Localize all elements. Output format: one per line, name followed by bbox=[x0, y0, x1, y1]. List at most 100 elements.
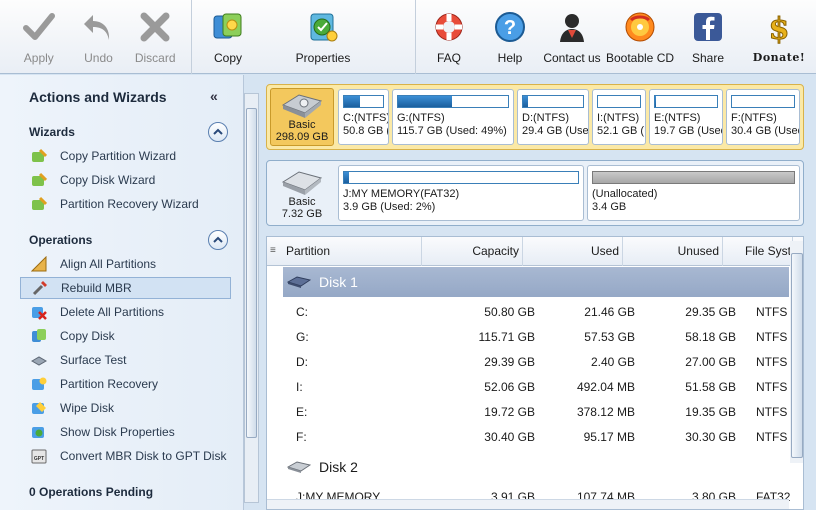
operation-item-align-all-partitions[interactable]: Align All Partitions bbox=[20, 253, 231, 275]
disk-1-group-row[interactable]: Disk 1 bbox=[283, 267, 789, 297]
partition-block-j[interactable]: J:MY MEMORY(FAT32) 3.9 GB (Used: 2%) bbox=[338, 165, 584, 221]
table-row[interactable]: E: 19.72 GB 378.12 MB 19.35 GB NTFS bbox=[283, 400, 789, 425]
dollar-icon: $ bbox=[761, 9, 797, 45]
collapse-panel-button[interactable]: « bbox=[210, 88, 218, 104]
help-question-icon: ? bbox=[492, 9, 528, 45]
partition-detail: 115.7 GB (Used: 49%) bbox=[397, 125, 507, 137]
operation-item-delete-all-partitions[interactable]: Delete All Partitions bbox=[20, 301, 231, 323]
donate-button[interactable]: $ Donate! bbox=[742, 0, 816, 74]
disk-2-group-row[interactable]: Disk 2 bbox=[283, 452, 789, 482]
cell-capacity: 29.39 GB bbox=[484, 355, 535, 369]
operation-item-copy-disk[interactable]: Copy Disk bbox=[20, 325, 231, 347]
hard-disk-icon bbox=[281, 171, 323, 195]
column-header-used[interactable]: Used bbox=[523, 237, 623, 266]
partition-block-unallocated[interactable]: (Unallocated) 3.4 GB bbox=[587, 165, 800, 221]
operation-item-label: Align All Partitions bbox=[60, 257, 157, 271]
column-header-partition[interactable]: Partition bbox=[283, 237, 422, 266]
table-vertical-scrollbar[interactable] bbox=[790, 241, 803, 463]
usage-bar bbox=[597, 95, 641, 108]
cell-unused: 51.58 GB bbox=[685, 380, 736, 394]
rebuild-tool-icon bbox=[31, 279, 49, 297]
column-header-capacity[interactable]: Capacity bbox=[422, 237, 523, 266]
partition-block-e[interactable]: E:(NTFS) 19.7 GB (Used: 2%) bbox=[649, 89, 723, 145]
unallocated-bar bbox=[592, 171, 795, 184]
table-row[interactable]: D: 29.39 GB 2.40 GB 27.00 GB NTFS bbox=[283, 350, 789, 375]
operation-item-partition-recovery[interactable]: Partition Recovery bbox=[20, 373, 231, 395]
discard-button[interactable]: Discard bbox=[119, 0, 191, 74]
lifebuoy-icon bbox=[431, 9, 467, 45]
column-header-unused[interactable]: Unused bbox=[623, 237, 723, 266]
wizard-item-partition-recovery[interactable]: Partition Recovery Wizard bbox=[20, 193, 231, 215]
partition-block-d[interactable]: D:(NTFS) 29.4 GB (Used: 8%) bbox=[517, 89, 589, 145]
edit-group: Apply Undo Discard bbox=[0, 0, 192, 74]
operation-item-convert-mbr-to-gpt[interactable]: GPT Convert MBR Disk to GPT Disk bbox=[20, 445, 231, 467]
copy-button[interactable]: Copy bbox=[192, 0, 264, 74]
operation-item-show-disk-properties[interactable]: Show Disk Properties bbox=[20, 421, 231, 443]
disk-2-summary[interactable]: Basic 7.32 GB bbox=[270, 164, 334, 222]
undo-button[interactable]: Undo bbox=[78, 0, 120, 74]
scrollbar-thumb[interactable] bbox=[791, 253, 803, 458]
hard-disk-icon bbox=[281, 94, 323, 118]
share-button[interactable]: Share bbox=[674, 0, 742, 74]
operation-item-label: Rebuild MBR bbox=[61, 281, 132, 295]
usage-bar bbox=[522, 95, 584, 108]
column-header-file-system[interactable]: File Syste bbox=[723, 237, 793, 266]
disk-map-disk-1[interactable]: Basic 298.09 GB C:(NTFS) 50.8 GB (Used: … bbox=[266, 84, 804, 150]
usage-fill bbox=[523, 96, 528, 107]
contact-button[interactable]: Contact us bbox=[538, 0, 606, 74]
help-button[interactable]: ? Help bbox=[482, 0, 538, 74]
actions-panel-scrollbar[interactable] bbox=[244, 93, 259, 503]
wizard-item-copy-partition[interactable]: Copy Partition Wizard bbox=[20, 145, 231, 167]
disk-2-label: Disk 2 bbox=[319, 459, 358, 475]
wizard-item-copy-disk[interactable]: Copy Disk Wizard bbox=[20, 169, 231, 191]
partition-detail: 29.4 GB (Used: 8%) bbox=[522, 125, 589, 137]
partition-detail: 3.9 GB (Used: 2%) bbox=[343, 201, 436, 213]
table-row[interactable]: C: 50.80 GB 21.46 GB 29.35 GB NTFS bbox=[283, 300, 789, 325]
apply-button[interactable]: Apply bbox=[0, 0, 78, 74]
usage-fill bbox=[398, 96, 452, 107]
operations-collapse-toggle[interactable] bbox=[208, 230, 228, 250]
surface-test-icon bbox=[30, 351, 48, 369]
usage-fill bbox=[655, 96, 657, 107]
partition-block-g[interactable]: G:(NTFS) 115.7 GB (Used: 49%) bbox=[392, 89, 514, 145]
table-row[interactable]: I: 52.06 GB 492.04 MB 51.58 GB NTFS bbox=[283, 375, 789, 400]
partition-block-c[interactable]: C:(NTFS) 50.8 GB (Used: 42%) bbox=[338, 89, 389, 145]
contact-label: Contact us bbox=[543, 51, 601, 65]
partition-label: I:(NTFS) bbox=[597, 112, 640, 124]
partition-table: ≡ Partition Capacity Used Unused File Sy… bbox=[266, 236, 804, 510]
table-row[interactable]: F: 30.40 GB 95.17 MB 30.30 GB NTFS bbox=[283, 425, 789, 450]
donate-label: Donate! bbox=[752, 51, 806, 64]
operation-item-wipe-disk[interactable]: Wipe Disk bbox=[20, 397, 231, 419]
align-ruler-icon bbox=[30, 255, 48, 273]
disk-map-disk-2[interactable]: Basic 7.32 GB J:MY MEMORY(FAT32) 3.9 GB … bbox=[266, 160, 804, 226]
wipe-disk-icon bbox=[30, 399, 48, 417]
table-row[interactable]: G: 115.71 GB 57.53 GB 58.18 GB NTFS bbox=[283, 325, 789, 350]
partition-recovery-icon bbox=[30, 375, 48, 393]
operation-item-surface-test[interactable]: Surface Test bbox=[20, 349, 231, 371]
partition-block-i[interactable]: I:(NTFS) 52.1 GB (Used: 1%) bbox=[592, 89, 646, 145]
partition-detail: 3.4 GB bbox=[592, 201, 627, 213]
undo-label: Undo bbox=[84, 51, 113, 65]
bootable-cd-button[interactable]: Bootable CD bbox=[606, 0, 674, 74]
wizards-collapse-toggle[interactable] bbox=[208, 122, 228, 142]
chevron-up-icon bbox=[213, 236, 223, 243]
x-icon bbox=[137, 9, 173, 45]
partition-label: D:(NTFS) bbox=[522, 112, 570, 124]
partition-label: C:(NTFS) bbox=[343, 112, 389, 124]
cell-file-system: NTFS bbox=[756, 355, 788, 369]
usage-fill bbox=[344, 96, 361, 107]
cell-used: 2.40 GB bbox=[590, 355, 635, 369]
disk-1-summary[interactable]: Basic 298.09 GB bbox=[270, 88, 334, 146]
operation-item-label: Partition Recovery bbox=[60, 377, 159, 391]
table-horizontal-scrollbar[interactable] bbox=[267, 499, 789, 509]
wizards-section-title: Wizards bbox=[29, 125, 75, 139]
scrollbar-thumb[interactable] bbox=[246, 108, 257, 438]
partition-block-f[interactable]: F:(NTFS) 30.4 GB (Used: 0%) bbox=[726, 89, 800, 145]
gpt-convert-icon: GPT bbox=[30, 447, 48, 465]
faq-label: FAQ bbox=[436, 51, 461, 65]
operation-item-rebuild-mbr[interactable]: Rebuild MBR bbox=[20, 277, 231, 299]
faq-button[interactable]: FAQ bbox=[416, 0, 482, 74]
cell-unused: 27.00 GB bbox=[685, 355, 736, 369]
properties-button[interactable]: Properties bbox=[264, 0, 382, 74]
cell-capacity: 19.72 GB bbox=[484, 405, 535, 419]
